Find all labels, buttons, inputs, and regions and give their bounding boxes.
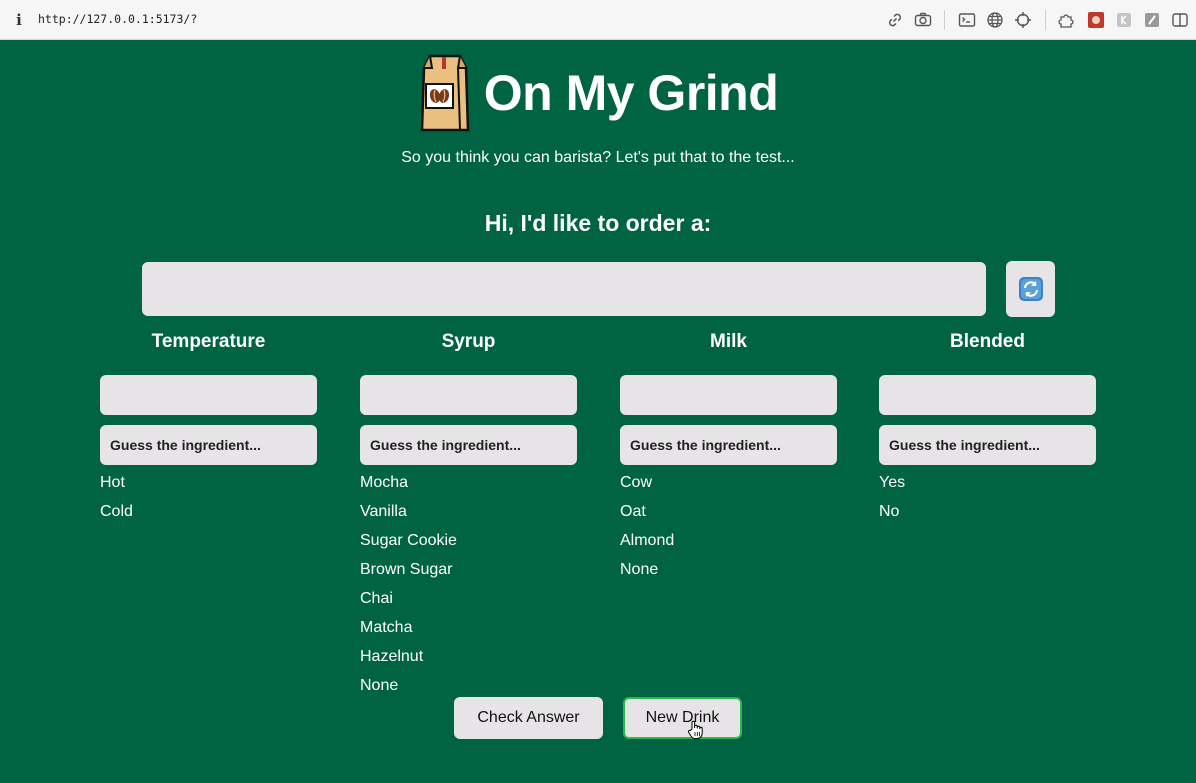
option-list: Mocha Vanilla Sugar Cookie Brown Sugar C… [360, 470, 577, 702]
subtitle: So you think you can barista? Let's put … [401, 149, 795, 166]
info-icon[interactable]: i [13, 11, 25, 29]
hand-cursor-icon [687, 720, 703, 740]
refresh-button[interactable] [1006, 261, 1055, 317]
list-item: Almond [620, 532, 675, 549]
grey-extension-icon[interactable] [1115, 11, 1133, 29]
guess-input[interactable]: Guess the ingredient... [620, 425, 837, 465]
ingredient-answer-field [879, 375, 1096, 415]
guess-input[interactable]: Guess the ingredient... [360, 425, 577, 465]
order-display [142, 262, 986, 316]
list-item: Oat [620, 503, 646, 520]
option-list: Cow Oat Almond None [620, 470, 837, 586]
column-blended: Blended Guess the ingredient... Yes No [879, 330, 1096, 520]
terminal-icon[interactable] [958, 11, 976, 29]
new-drink-button[interactable]: New Drink [623, 697, 742, 739]
header: On My Grind [0, 54, 1196, 132]
refresh-icon [1018, 277, 1043, 301]
guess-input[interactable]: Guess the ingredient... [100, 425, 317, 465]
address-bar[interactable]: http://127.0.0.1:5173/? [38, 12, 197, 26]
list-item: Vanilla [360, 503, 407, 520]
option-list: Hot Cold [100, 470, 317, 528]
globe-icon[interactable] [986, 11, 1004, 29]
guess-input[interactable]: Guess the ingredient... [879, 425, 1096, 465]
list-item: Hazelnut [360, 648, 424, 665]
coffee-bag-icon [418, 54, 472, 132]
column-syrup: Syrup Guess the ingredient... Mocha Vani… [360, 330, 577, 694]
check-answer-button[interactable]: Check Answer [454, 697, 603, 739]
list-item: None [620, 561, 659, 578]
column-heading: Syrup [441, 331, 496, 352]
ingredient-answer-field [100, 375, 317, 415]
green-extension-icon[interactable] [1143, 11, 1161, 29]
order-heading: Hi, I'd like to order a: [484, 210, 712, 236]
sidebar-icon[interactable] [1171, 11, 1189, 29]
list-item: No [879, 503, 900, 520]
list-item: Mocha [360, 474, 409, 491]
column-milk: Milk Guess the ingredient... Cow Oat Alm… [620, 330, 837, 578]
list-item: Matcha [360, 619, 413, 636]
list-item: Brown Sugar [360, 561, 453, 578]
page-title: On My Grind [483, 65, 779, 121]
camera-icon[interactable] [914, 11, 932, 29]
link-icon[interactable] [886, 11, 904, 29]
extensions-icon[interactable] [1058, 11, 1076, 29]
red-extension-icon[interactable] [1087, 11, 1105, 29]
option-list: Yes No [879, 470, 1096, 528]
list-item: Yes [879, 474, 906, 491]
column-heading: Blended [950, 331, 1025, 352]
list-item: Cold [100, 503, 133, 520]
list-item: Chai [360, 590, 393, 607]
crosshair-icon[interactable] [1014, 11, 1032, 29]
ingredient-answer-field [360, 375, 577, 415]
app-root: On My Grind So you think you can barista… [0, 40, 1196, 783]
browser-toolbar: i http://127.0.0.1:5173/? [0, 0, 1196, 40]
list-item: Sugar Cookie [360, 532, 457, 549]
column-temperature: Temperature Guess the ingredient... Hot … [100, 330, 317, 520]
list-item: Cow [620, 474, 653, 491]
list-item: Hot [100, 474, 125, 491]
column-heading: Temperature [151, 331, 266, 352]
column-heading: Milk [710, 331, 747, 352]
ingredient-answer-field [620, 375, 837, 415]
